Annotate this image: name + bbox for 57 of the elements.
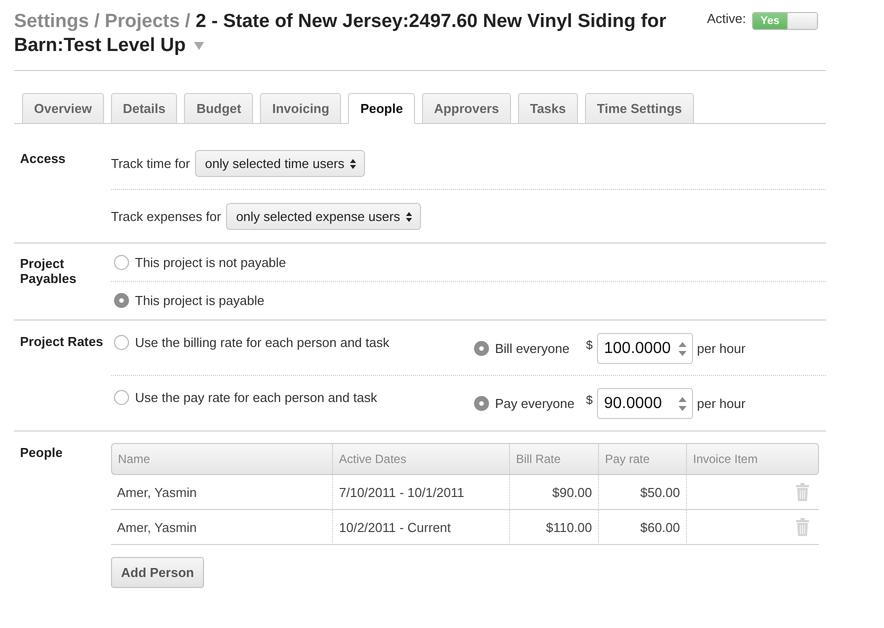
up-down-arrows-icon (406, 212, 412, 222)
table-cell: 10/2/2011 - Current (332, 510, 509, 545)
add-person-button[interactable]: Add Person (111, 557, 204, 588)
radio-label[interactable]: Pay everyone (495, 396, 586, 411)
trash-icon[interactable] (796, 518, 809, 536)
tab[interactable]: People (348, 93, 415, 124)
column-header: Invoice Item (693, 452, 758, 466)
select-dropdown[interactable]: only selected time users (194, 150, 366, 177)
up-down-arrows-icon (350, 158, 356, 168)
currency-symbol: $ (586, 338, 594, 352)
table-cell: $60.00 (598, 510, 686, 545)
select-dropdown[interactable]: only selected expense users (226, 203, 422, 230)
radio-icon[interactable] (114, 335, 129, 350)
table-cell: $90.00 (509, 475, 598, 510)
tab[interactable]: Approvers (422, 93, 511, 124)
tab[interactable]: Tasks (518, 93, 578, 124)
table-cell: Amer, Yasmin (111, 475, 332, 510)
table-cell: 7/10/2011 - 10/1/2011 (332, 475, 509, 510)
table-cell: Amer, Yasmin (111, 510, 332, 545)
radio-option[interactable]: This project is not payable (114, 255, 286, 270)
unit-label: per hour (697, 396, 746, 411)
radio-option[interactable]: This project is payable (114, 293, 264, 308)
tab[interactable]: Budget (184, 93, 254, 124)
section-label: Project Rates (19, 333, 104, 349)
column-header: Pay rate (605, 452, 650, 466)
radio-icon[interactable] (114, 390, 129, 405)
radio-icon[interactable] (114, 255, 129, 270)
currency-symbol: $ (586, 393, 594, 407)
radio-selected-icon[interactable] (474, 396, 489, 411)
stepper-arrows-icon[interactable] (678, 340, 687, 356)
radio-option[interactable]: Use the pay rate for each person and task (114, 390, 378, 405)
field-label: Track time for (111, 156, 190, 171)
column-header: Active Dates (339, 452, 406, 466)
table-cell: $110.00 (509, 510, 598, 545)
tab[interactable]: Overview (22, 93, 104, 124)
number-field[interactable]: 100.0000 (597, 333, 693, 364)
radio-selected-icon[interactable] (474, 341, 489, 356)
trash-icon[interactable] (796, 483, 809, 501)
page-title: Settings / Projects / 2 - State of New Jersey:2497.60 New Vinyl Siding for Barn:Test Level Up (14, 11, 666, 56)
tab[interactable]: Time Settings (584, 93, 694, 124)
stepper-arrows-icon[interactable] (678, 396, 687, 412)
unit-label: per hour (697, 341, 746, 356)
tab[interactable]: Details (110, 93, 178, 124)
number-field[interactable]: 90.0000 (597, 388, 693, 419)
active-label: Active: (706, 12, 746, 26)
section-label: Access (19, 150, 67, 166)
section-label: People (19, 444, 64, 460)
radio-option[interactable]: Use the billing rate for each person and task (114, 335, 390, 350)
section-label: Project Payables (19, 255, 78, 286)
column-header: Bill Rate (516, 452, 561, 466)
column-header: Name (118, 452, 150, 466)
field-label: Track expenses for (111, 209, 222, 224)
caret-icon[interactable] (194, 42, 204, 50)
radio-label[interactable]: Bill everyone (495, 341, 586, 356)
tab[interactable]: Invoicing (260, 93, 342, 124)
radio-selected-icon[interactable] (114, 293, 129, 308)
table-cell: $50.00 (598, 475, 686, 510)
